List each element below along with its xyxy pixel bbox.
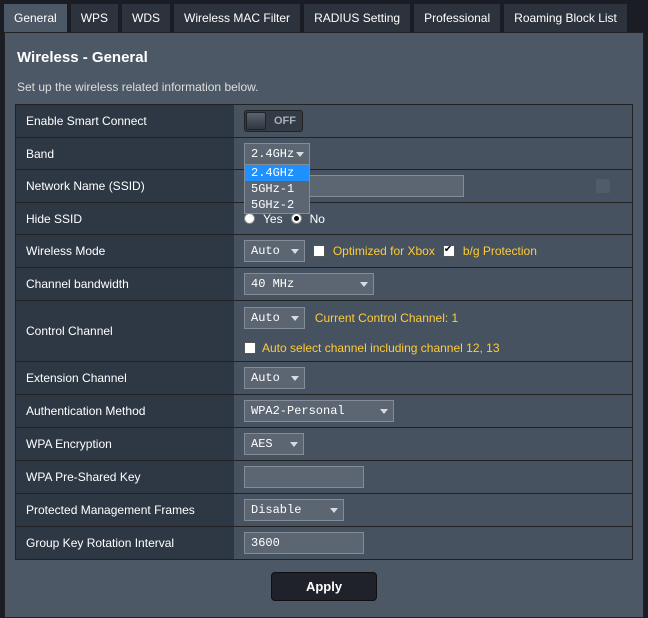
label-ssid: Network Name (SSID) xyxy=(16,170,234,202)
chevron-down-icon xyxy=(290,442,298,447)
toggle-knob xyxy=(246,112,266,130)
main-panel: Wireless - General Set up the wireless r… xyxy=(4,32,644,618)
band-option-5ghz-1[interactable]: 5GHz-1 xyxy=(245,181,309,197)
tab-wireless-mac-filter[interactable]: Wireless MAC Filter xyxy=(173,3,301,32)
band-dropdown-list: 2.4GHz5GHz-15GHz-2 xyxy=(244,164,310,214)
hide-ssid-yes-radio[interactable] xyxy=(244,213,255,224)
chevron-down-icon xyxy=(360,282,368,287)
label-gkri: Group Key Rotation Interval xyxy=(16,527,234,559)
tab-general[interactable]: General xyxy=(3,3,68,32)
xbox-label: Optimized for Xbox xyxy=(333,244,435,258)
bg-protection-checkbox[interactable] xyxy=(443,245,455,257)
channel-bandwidth-select[interactable]: 40 MHz xyxy=(244,273,374,295)
tab-radius-setting[interactable]: RADIUS Setting xyxy=(303,3,411,32)
label-hide-ssid: Hide SSID xyxy=(16,203,234,234)
label-band: Band xyxy=(16,138,234,169)
settings-form: Enable Smart Connect OFF Band 2.4GHz 2.4… xyxy=(15,104,633,560)
control-channel-select[interactable]: Auto xyxy=(244,307,305,329)
group-key-rotation-input[interactable] xyxy=(244,532,364,554)
label-smart-connect: Enable Smart Connect xyxy=(16,105,234,137)
chevron-down-icon xyxy=(291,249,299,254)
band-option-5ghz-2[interactable]: 5GHz-2 xyxy=(245,197,309,213)
tab-professional[interactable]: Professional xyxy=(413,3,501,32)
tab-wps[interactable]: WPS xyxy=(70,3,119,32)
bg-protection-label: b/g Protection xyxy=(463,244,537,258)
wireless-mode-select[interactable]: Auto xyxy=(244,240,305,262)
extension-channel-select[interactable]: Auto xyxy=(244,367,305,389)
apply-button[interactable]: Apply xyxy=(271,572,377,601)
control-channel-status: Current Control Channel: 1 xyxy=(315,311,458,325)
tab-roaming-block-list[interactable]: Roaming Block List xyxy=(503,3,628,32)
wpa-key-input[interactable] xyxy=(244,466,364,488)
auth-method-select[interactable]: WPA2-Personal xyxy=(244,400,394,422)
page-description: Set up the wireless related information … xyxy=(17,80,633,94)
label-ext-channel: Extension Channel xyxy=(16,362,234,394)
band-select-value: 2.4GHz xyxy=(251,147,294,161)
label-channel-bw: Channel bandwidth xyxy=(16,268,234,300)
tab-wds[interactable]: WDS xyxy=(121,3,171,32)
band-option-2-4ghz[interactable]: 2.4GHz xyxy=(245,165,309,181)
band-select[interactable]: 2.4GHz xyxy=(244,143,310,165)
label-control-channel: Control Channel xyxy=(16,301,234,361)
chevron-down-icon xyxy=(296,152,304,157)
label-pmf: Protected Management Frames xyxy=(16,494,234,526)
label-wpa-enc: WPA Encryption xyxy=(16,428,234,460)
wpa-encryption-select[interactable]: AES xyxy=(244,433,304,455)
chevron-down-icon xyxy=(330,508,338,513)
chevron-down-icon xyxy=(291,316,299,321)
pmf-select[interactable]: Disable xyxy=(244,499,344,521)
page-title: Wireless - General xyxy=(17,49,633,66)
chevron-down-icon xyxy=(380,409,388,414)
label-wpa-key: WPA Pre-Shared Key xyxy=(16,461,234,493)
info-icon xyxy=(596,179,610,193)
tab-bar: GeneralWPSWDSWireless MAC FilterRADIUS S… xyxy=(0,0,648,32)
hide-ssid-no-radio[interactable] xyxy=(291,213,302,224)
auto-channel-checkbox[interactable] xyxy=(244,342,256,354)
auto-channel-label: Auto select channel including channel 12… xyxy=(262,341,500,355)
smart-connect-toggle[interactable]: OFF xyxy=(244,110,303,132)
label-auth: Authentication Method xyxy=(16,395,234,427)
hide-ssid-no-label: No xyxy=(310,212,325,226)
chevron-down-icon xyxy=(291,376,299,381)
toggle-state-text: OFF xyxy=(274,115,296,127)
label-wireless-mode: Wireless Mode xyxy=(16,235,234,267)
xbox-checkbox[interactable] xyxy=(313,245,325,257)
